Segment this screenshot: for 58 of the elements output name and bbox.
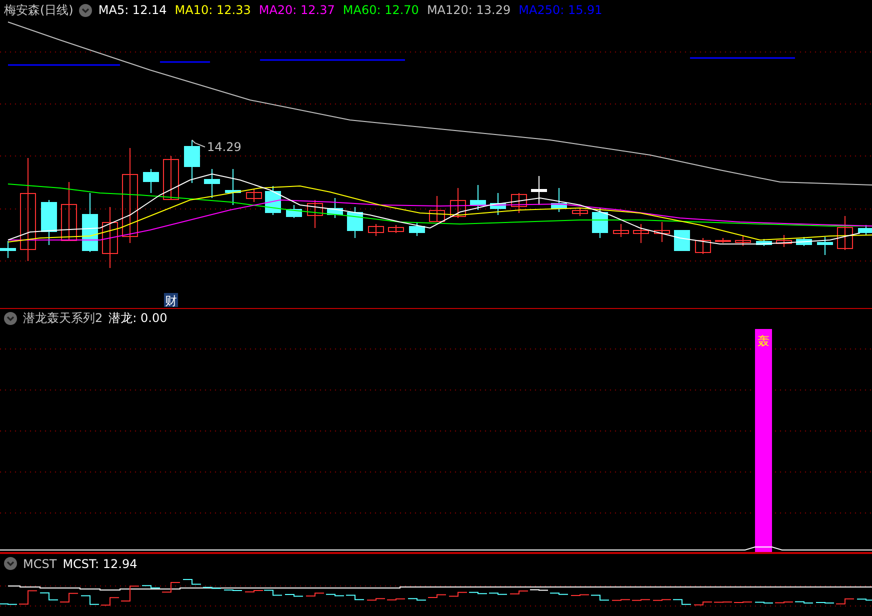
signal-label: 轰 bbox=[758, 334, 770, 348]
candlestick bbox=[143, 168, 159, 194]
indicator-title: 潜龙轰天系列2 bbox=[23, 310, 103, 327]
candlestick bbox=[817, 236, 833, 256]
dropdown-icon[interactable] bbox=[79, 4, 92, 16]
candlestick bbox=[756, 238, 772, 246]
candlestick bbox=[633, 224, 649, 244]
candlestick bbox=[347, 206, 363, 238]
candlestick bbox=[41, 200, 57, 246]
candlestick bbox=[551, 188, 567, 212]
candlestick bbox=[511, 192, 527, 214]
moving-average-value: MA20: 12.37 bbox=[258, 3, 335, 17]
candlestick bbox=[82, 192, 98, 252]
stock-title: 梅安森(日线) bbox=[4, 2, 74, 18]
candlestick bbox=[450, 188, 466, 218]
dropdown-icon[interactable] bbox=[4, 557, 17, 570]
candlestick bbox=[204, 168, 220, 198]
high-price-label: 14.29 bbox=[207, 140, 242, 154]
dropdown-icon[interactable] bbox=[4, 312, 17, 325]
event-badge[interactable]: 财 bbox=[164, 293, 178, 308]
candlestick bbox=[674, 230, 690, 251]
candlestick bbox=[592, 208, 608, 238]
candlestick bbox=[490, 192, 506, 216]
candlestick bbox=[715, 238, 731, 244]
candlestick bbox=[0, 240, 16, 258]
indicator-title: MCST bbox=[23, 556, 57, 570]
candlestick bbox=[368, 224, 384, 236]
candlestick bbox=[102, 206, 118, 268]
candlestick bbox=[409, 222, 425, 236]
moving-average-value: MA60: 12.70 bbox=[342, 3, 419, 17]
candlestick bbox=[327, 198, 343, 218]
candlestick bbox=[470, 184, 486, 210]
candlestick bbox=[796, 236, 812, 246]
candlestick bbox=[61, 182, 77, 241]
candlestick bbox=[613, 224, 629, 238]
candlestick bbox=[695, 238, 711, 254]
candlestick bbox=[225, 168, 241, 206]
moving-average-value: MA10: 12.33 bbox=[174, 3, 251, 17]
candlestick bbox=[388, 224, 404, 234]
moving-average-value: MA120: 13.29 bbox=[426, 3, 511, 17]
candlestick bbox=[429, 196, 445, 222]
candlestick bbox=[531, 176, 547, 206]
leader-line bbox=[192, 140, 206, 148]
candlestick bbox=[654, 222, 670, 242]
candlestick bbox=[246, 188, 262, 202]
candlestick bbox=[776, 234, 792, 248]
candlestick bbox=[837, 216, 853, 250]
candlestick bbox=[163, 156, 179, 200]
indicator-value: 潜龙: 0.00 bbox=[108, 310, 168, 327]
candlestick bbox=[307, 200, 323, 228]
indicator-value: MCST: 12.94 bbox=[62, 556, 138, 570]
candlestick bbox=[858, 224, 872, 236]
candlestick bbox=[735, 236, 751, 246]
candlestick bbox=[572, 208, 588, 216]
moving-average-value: MA250: 15.91 bbox=[518, 3, 602, 17]
candlestick bbox=[184, 140, 200, 184]
candlestick bbox=[286, 204, 302, 218]
moving-average-value: MA5: 12.14 bbox=[98, 3, 167, 17]
